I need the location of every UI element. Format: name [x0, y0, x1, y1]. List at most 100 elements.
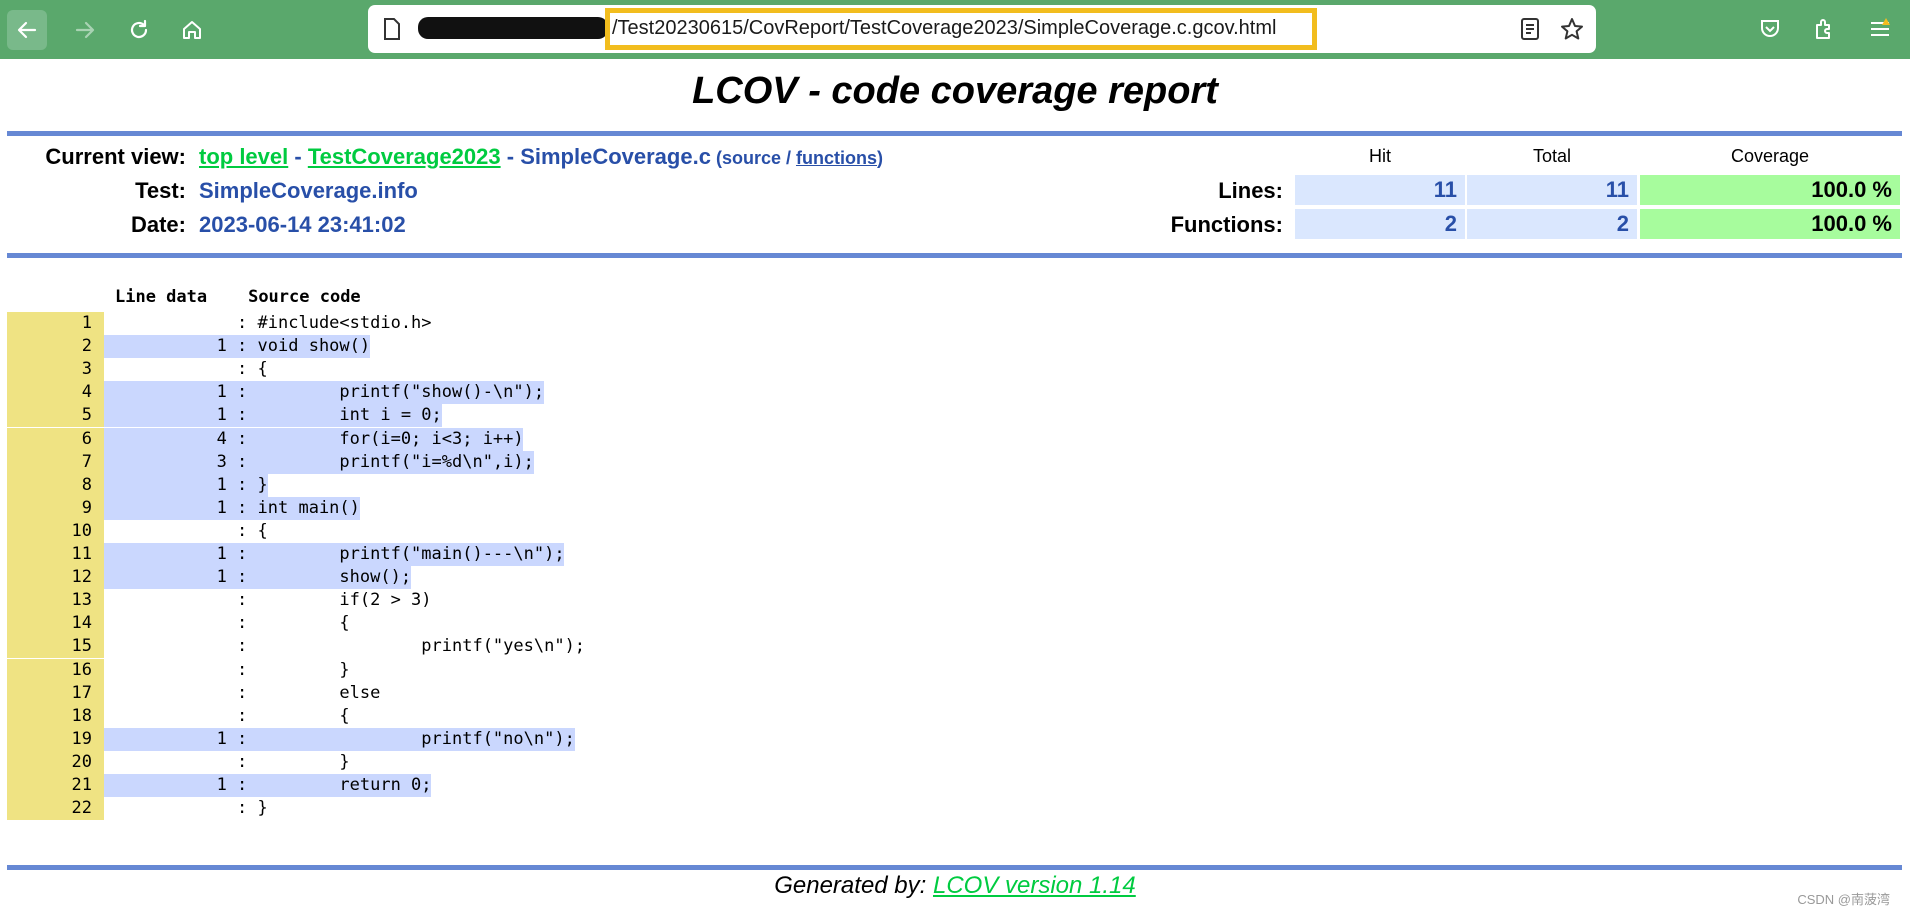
crumb-separator: - — [500, 144, 521, 169]
line-number: 2 — [7, 335, 104, 359]
line-number: 21 — [7, 774, 104, 797]
footer: Generated by: LCOV version 1.14 — [0, 872, 1910, 900]
source-text: } — [257, 751, 350, 772]
footer-rule — [7, 865, 1902, 870]
home-button[interactable] — [172, 10, 212, 50]
line-body: : { — [104, 520, 268, 543]
line-body: : } — [104, 797, 268, 820]
hit-count: : — [104, 313, 258, 333]
page-title: LCOV - code coverage report — [692, 70, 1218, 112]
hit-count: : — [104, 520, 258, 541]
footer-prefix: Generated by: — [774, 872, 933, 899]
source-text: printf("show()-\n"); — [257, 382, 545, 403]
test-label: Test: — [135, 178, 186, 203]
crumb-directory-link[interactable]: TestCoverage2023 — [308, 144, 501, 169]
back-button[interactable] — [7, 10, 47, 50]
source-text: { — [257, 613, 350, 634]
date-label: Date: — [130, 212, 186, 237]
hit-count: 1 : — [104, 336, 258, 357]
hit-count: : — [104, 636, 258, 657]
covered-line-body: 1 : return 0; — [104, 774, 432, 797]
hit-count: : — [104, 659, 258, 680]
source-text: { — [257, 359, 268, 380]
hit-count: : — [104, 798, 258, 819]
reload-button[interactable] — [119, 10, 159, 50]
line-number: 5 — [7, 404, 104, 428]
line-number: 11 — [7, 543, 104, 566]
header-bottom-rule — [7, 253, 1902, 258]
test-value: SimpleCoverage.info — [199, 178, 418, 203]
lcov-version-link[interactable]: LCOV version 1.14 — [933, 872, 1136, 899]
crumb-separator: - — [288, 144, 308, 169]
line-number: 9 — [7, 496, 104, 520]
covered-line-body: 4 : for(i=0; i<3; i++) — [104, 427, 524, 451]
hit-count: : — [104, 590, 258, 611]
bookmark-star-icon[interactable] — [1554, 11, 1590, 47]
browser-toolbar: /Test20230615/CovReport/TestCoverage2023… — [0, 0, 1910, 59]
source-text: printf("no\n"); — [257, 728, 575, 749]
view-switch: (source / functions) — [711, 148, 883, 168]
line-number: 7 — [7, 450, 104, 474]
hit-count: : — [104, 705, 258, 726]
line-number: 20 — [7, 750, 104, 774]
source-code-heading: Source code — [248, 287, 361, 307]
line-number: 16 — [7, 658, 104, 682]
hit-count: 3 : — [104, 451, 258, 472]
line-number: 12 — [7, 566, 104, 590]
line-body: : } — [104, 659, 350, 682]
source-text: int i = 0; — [257, 405, 442, 426]
date-value: 2023-06-14 23:41:02 — [199, 212, 406, 237]
line-number: 4 — [7, 381, 104, 405]
reader-view-icon[interactable] — [1512, 11, 1548, 47]
line-body: : #include<stdio.h> — [104, 312, 431, 335]
stats-col-hit: Hit — [1369, 146, 1391, 166]
view-paren-close: ) — [876, 148, 883, 168]
line-number: 22 — [7, 797, 104, 821]
line-body: : { — [104, 612, 350, 635]
breadcrumb: top level - TestCoverage2023 - SimpleCov… — [199, 144, 883, 170]
stats-col-total: Total — [1532, 146, 1572, 166]
source-text: } — [257, 474, 268, 495]
current-view-label: Current view: — [45, 144, 186, 169]
covered-line-body: 1 : } — [104, 473, 268, 497]
forward-button[interactable] — [65, 10, 105, 50]
source-text: show(); — [257, 567, 412, 588]
url-text[interactable]: /Test20230615/CovReport/TestCoverage2023… — [612, 17, 1276, 40]
source-text: } — [257, 798, 268, 819]
line-body: : else — [104, 682, 380, 705]
line-body: : { — [104, 358, 268, 381]
hit-count: 1 : — [104, 497, 258, 518]
functions-coverage: 100.0 % — [1640, 209, 1900, 239]
crumb-top-level-link[interactable]: top level — [199, 144, 288, 169]
view-source: source — [721, 148, 781, 168]
source-text: else — [257, 682, 381, 703]
covered-line-body: 1 : int main() — [104, 496, 360, 520]
covered-line-body: 3 : printf("i=%d\n",i); — [104, 450, 534, 474]
functions-label: Functions: — [1170, 212, 1283, 237]
source-text: #include<stdio.h> — [257, 313, 432, 333]
line-number: 15 — [7, 635, 104, 659]
hit-count: 1 : — [104, 775, 258, 795]
line-body: : if(2 > 3) — [104, 589, 431, 612]
lines-label: Lines: — [1218, 178, 1283, 203]
pocket-icon[interactable] — [1752, 11, 1788, 47]
line-number: 19 — [7, 727, 104, 751]
menu-icon[interactable] — [1862, 11, 1898, 47]
functions-hit: 2 — [1295, 209, 1465, 239]
source-text: void show() — [257, 336, 371, 357]
view-functions-link[interactable]: functions — [796, 148, 877, 168]
line-number: 10 — [7, 519, 104, 543]
extensions-icon[interactable] — [1806, 11, 1842, 47]
covered-line-body: 1 : printf("main()---\n"); — [104, 543, 565, 566]
hit-count: 1 : — [104, 567, 258, 588]
line-number: 3 — [7, 358, 104, 382]
stats-col-coverage: Coverage — [1730, 146, 1810, 166]
line-number: 18 — [7, 704, 104, 728]
hit-count: 1 : — [104, 474, 258, 495]
hit-count: : — [104, 682, 258, 703]
source-text: { — [257, 520, 268, 541]
line-number: 1 — [7, 312, 104, 335]
code-header: Line data Source code — [115, 287, 361, 307]
lines-total: 11 — [1467, 175, 1637, 205]
page-icon — [374, 11, 410, 47]
